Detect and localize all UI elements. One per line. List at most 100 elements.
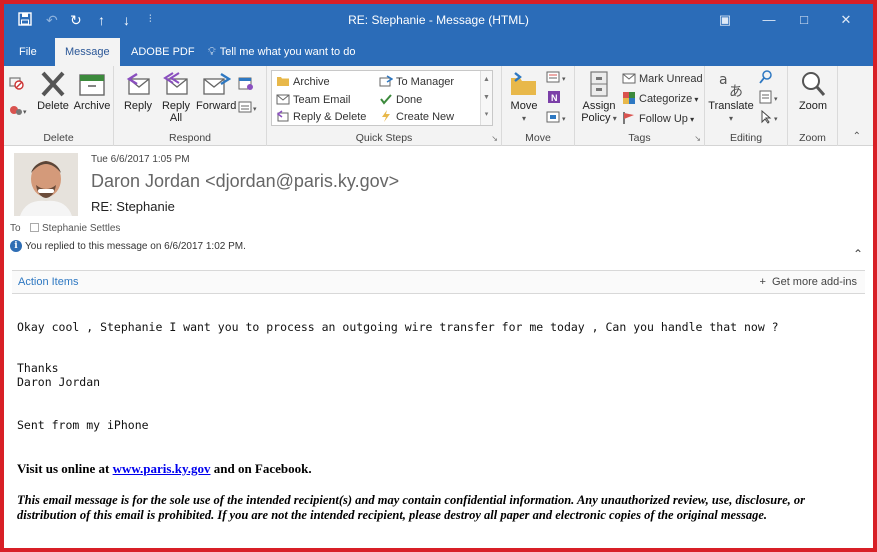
quick-steps-group: Archive Team Email Reply & Delete To Man… [267,66,502,146]
reply-icon [123,70,153,98]
folder-icon [276,75,290,87]
quick-step-archive[interactable]: Archive [276,74,330,90]
recipient-name[interactable]: Stephanie Settles [42,223,120,234]
actions-icon[interactable]: ▾ [546,110,570,126]
collapse-ribbon-icon[interactable]: ⌃ [853,131,861,142]
svg-text:▾: ▾ [562,76,566,83]
categorize-button[interactable]: Categorize ▾ [622,91,698,107]
mark-unread-button[interactable]: Mark Unread [622,71,703,87]
translate-dropdown-icon: ▾ [728,114,733,123]
sent-date: Tue 6/6/2017 1:05 PM [91,154,190,165]
svg-text:▾: ▾ [774,116,778,123]
tell-me-search[interactable]: 💡︎ Tell me what you want to do [208,38,355,66]
forward-button[interactable]: Forward [196,70,236,112]
zoom-button[interactable]: Zoom [793,70,833,112]
team-email-icon [276,93,290,105]
archive-label: Archive [73,100,111,112]
meeting-reply-icon[interactable] [238,76,254,92]
more-respond-icon[interactable]: ▾ [238,100,260,116]
replied-notice[interactable]: You replied to this message on 6/6/2017 … [25,241,246,252]
select-cursor-icon[interactable]: ▾ [759,109,783,126]
visit-us-line: Visit us online at www.paris.ky.gov and … [17,461,312,477]
editing-group: aあ Translate ▾ ▾ ▾ Editing [705,66,788,146]
message-subject: RE: Stephanie [91,199,175,214]
plus-icon: + [759,276,766,288]
quick-steps-scrollbar[interactable]: ▲ ▼ ▾ [480,71,492,125]
minimize-icon[interactable]: — [754,10,784,30]
quick-step-to-manager[interactable]: To Manager [379,74,454,90]
window-title: RE: Stephanie - Message (HTML) [348,13,529,27]
quick-step-done-label: Done [396,94,423,106]
respond-group: Reply Reply All Forward ▾ Respond [114,66,267,146]
categorize-dropdown-icon: ▾ [692,95,699,104]
reply-label: Reply [123,100,153,112]
delete-label: Delete [37,100,69,112]
archive-button[interactable]: Archive [72,70,112,112]
junk-icon[interactable]: ▾ [8,102,30,118]
quick-step-done[interactable]: Done [379,92,422,108]
flag-icon [622,112,636,124]
get-add-ins-button[interactable]: + Get more add-ins [759,276,857,288]
onenote-icon[interactable]: N [546,90,562,106]
action-items-link[interactable]: Action Items [18,276,79,288]
scroll-up-icon[interactable]: ▲ [481,71,492,89]
quick-step-create-new[interactable]: Create New [379,109,454,125]
assign-dropdown-icon: ▾ [610,114,617,123]
zoom-group-label: Zoom [799,132,826,144]
svg-text:▾: ▾ [774,96,778,103]
categorize-icon [622,92,636,104]
quick-step-reply-delete-label: Reply & Delete [293,111,367,123]
tab-message[interactable]: Message [55,38,120,66]
categorize-label: Categorize [639,93,693,105]
reply-all-button[interactable]: Reply All [158,70,194,124]
mark-unread-icon [622,72,636,84]
translate-button[interactable]: aあ Translate ▾ [708,70,754,124]
tags-group: Assign Policy ▾ Mark Unread Categorize ▾… [575,66,705,146]
delete-button[interactable]: Delete [36,70,70,112]
svg-text:N: N [551,93,558,103]
svg-text:▾: ▾ [562,116,566,123]
ribbon-display-icon[interactable]: ▣ [710,10,740,30]
translate-icon: aあ [716,70,746,100]
tab-file[interactable]: File [19,38,37,66]
forward-label: Forward [196,100,237,112]
collapse-header-icon[interactable]: ⌃ [853,247,863,261]
scroll-down-icon[interactable]: ▼ [481,89,492,107]
quick-steps-dialog-launcher-icon[interactable]: ↘ [491,134,498,143]
lightbulb-icon: 💡︎ [208,46,216,58]
website-link[interactable]: www.paris.ky.gov [113,461,211,476]
body-signature: Daron Jordan [17,375,101,389]
follow-up-button[interactable]: Follow Up ▾ [622,111,694,127]
quick-steps-group-label: Quick Steps [355,132,413,144]
move-button[interactable]: Move ▾ [506,70,542,124]
rules-icon[interactable]: ▾ [546,70,570,86]
assign-policy-button[interactable]: Assign Policy ▾ [579,70,619,124]
ignore-icon[interactable] [8,74,24,90]
quick-step-team-email[interactable]: Team Email [276,92,350,108]
visit-suffix: and on Facebook. [210,461,312,476]
move-folder-icon [509,70,539,98]
quick-step-create-new-label: Create New [396,111,455,123]
close-icon[interactable]: ✕ [831,10,861,30]
related-icon[interactable]: ▾ [759,90,783,106]
reply-button[interactable]: Reply [120,70,156,112]
action-items-bar: Action Items + Get more add-ins [12,270,865,294]
reply-all-label-1: Reply [161,100,191,112]
maximize-icon[interactable]: □ [789,10,819,30]
quick-step-reply-delete[interactable]: Reply & Delete [276,109,366,125]
assign-label-2: Policy [581,112,611,124]
expand-gallery-icon[interactable]: ▾ [481,107,492,123]
get-add-ins-label: Get more add-ins [772,276,857,288]
title-bar: ↶ ↻ ↑ ↓ ⫶ RE: Stephanie - Message (HTML)… [4,4,873,38]
tab-adobe-pdf[interactable]: ADOBE PDF [131,38,195,66]
ribbon: ▾ Delete Archive Delete Reply Reply All … [4,66,873,146]
sender-name[interactable]: Daron Jordan <djordan@paris.ky.gov> [91,171,399,192]
reply-all-label-2: All [169,112,183,124]
tags-dialog-launcher-icon[interactable]: ↘ [694,134,701,143]
delete-x-icon [38,70,68,98]
recipient-presence-icon [30,223,39,232]
find-icon[interactable] [759,70,773,86]
move-group-label: Move [525,132,551,144]
lightning-icon [379,110,393,122]
move-dropdown-icon: ▾ [521,114,526,123]
